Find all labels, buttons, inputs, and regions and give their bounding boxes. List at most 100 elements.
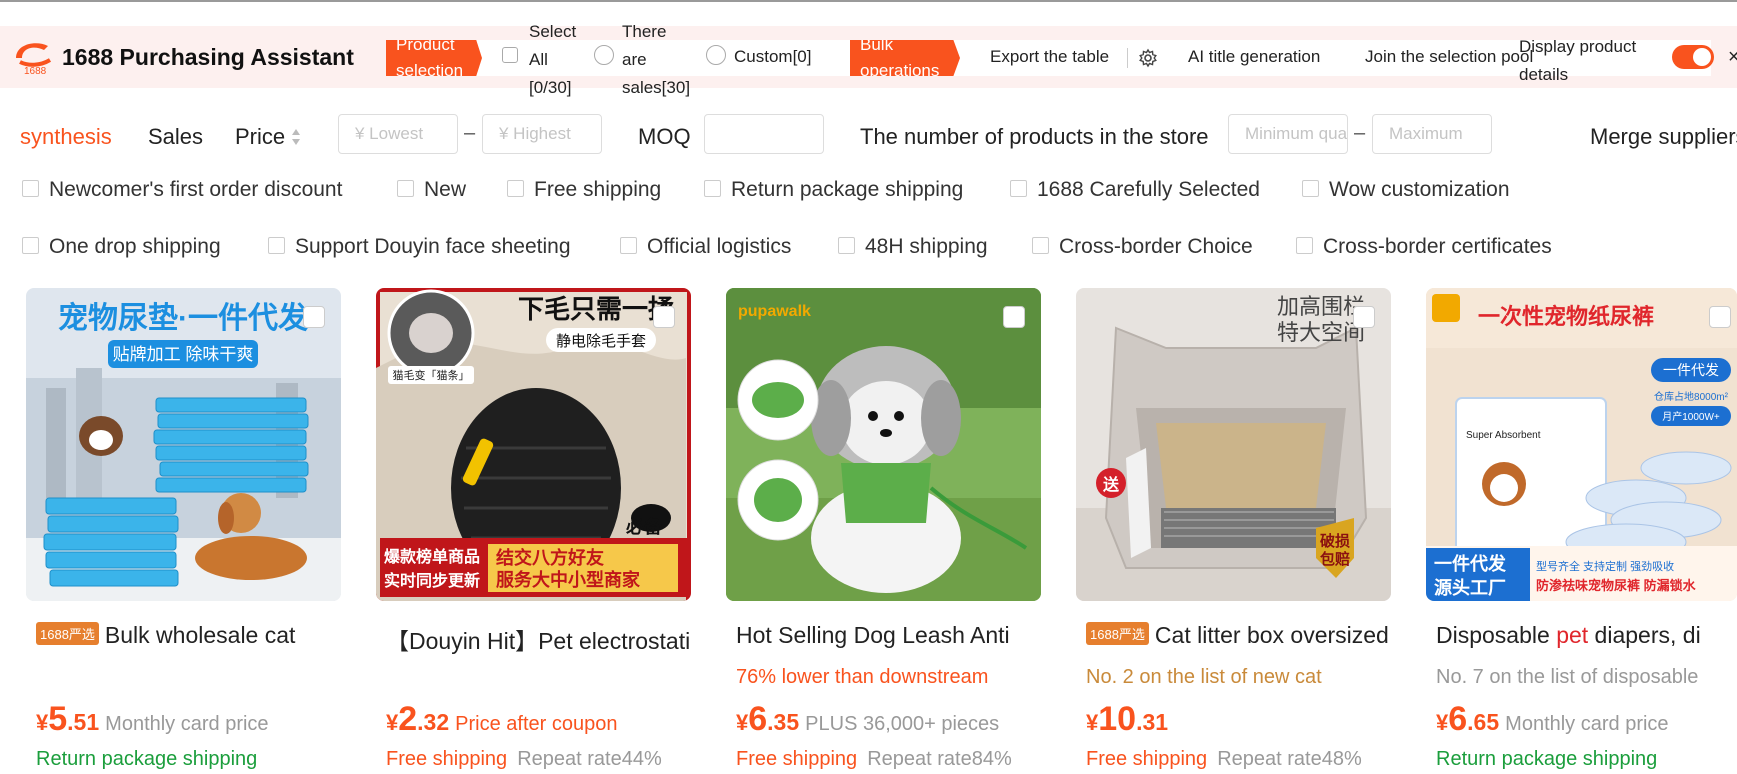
product-title[interactable]: 1688严选 Bulk wholesale cat — [36, 622, 341, 649]
product-card[interactable]: 送 破损 包赔 加高围栏 特大空间 1688严选 Cat litter box o… — [1076, 288, 1391, 774]
filter-item[interactable]: Official logistics — [620, 235, 791, 259]
svg-text:一件代发: 一件代发 — [1663, 362, 1719, 378]
product-select-checkbox[interactable] — [303, 306, 325, 328]
product-select-checkbox[interactable] — [1709, 306, 1731, 328]
filter-label: Official logistics — [647, 235, 792, 258]
select-all-checkbox[interactable] — [502, 44, 518, 64]
filter-item[interactable]: One drop shipping — [22, 235, 221, 259]
product-title[interactable]: 【Douyin Hit】Pet electrostatic — [386, 622, 691, 656]
svg-text:特大空间: 特大空间 — [1277, 320, 1365, 345]
merge-suppliers-toggle[interactable]: Merge suppliers — [1590, 124, 1737, 150]
ranking-text: 76% lower than downstream — [736, 666, 989, 688]
svg-text:1688: 1688 — [24, 66, 47, 77]
svg-text:Super Absorbent: Super Absorbent — [1466, 430, 1541, 441]
product-card[interactable]: pupawalk Hot Selling Dog Leash Anti 76% … — [726, 288, 1041, 774]
product-title-text: 【Douyin Hit】Pet electrostatic — [386, 628, 691, 654]
shipping-tag: Free shipping Repeat rate84% — [736, 748, 1012, 770]
checkbox-icon — [502, 46, 518, 63]
price-range-dash: – — [464, 122, 476, 144]
price-highest-input[interactable]: ¥ Highest — [482, 114, 602, 154]
checkbox-icon — [1302, 179, 1319, 197]
svg-text:包赔: 包赔 — [1320, 550, 1350, 568]
svg-text:必备: 必备 — [625, 516, 663, 537]
export-table-button[interactable]: Export the table — [990, 47, 1109, 67]
product-image[interactable]: 猫毛变「猫条」 下毛只需一揉 静电除毛手套 必备 爆款榜单商品 实时同步更新 结… — [376, 288, 691, 601]
product-card[interactable]: 猫毛变「猫条」 下毛只需一揉 静电除毛手套 必备 爆款榜单商品 实时同步更新 结… — [376, 288, 691, 774]
product-select-checkbox[interactable] — [653, 306, 675, 328]
svg-text:送: 送 — [1102, 475, 1120, 494]
filter-item[interactable]: Cross-border certificates — [1296, 235, 1552, 259]
gear-icon[interactable] — [1138, 48, 1158, 68]
join-selection-pool-button[interactable]: Join the selection pool — [1365, 47, 1533, 67]
product-image[interactable]: pupawalk — [726, 288, 1041, 601]
product-card[interactable]: 宠物尿垫·一件代发 贴牌加工 除味干爽 1688严选 Bulk wholesale… — [26, 288, 341, 774]
product-title[interactable]: Disposable pet diapers, di — [1436, 622, 1737, 649]
store-range-dash: – — [1354, 122, 1366, 144]
product-price: ¥6.65 Monthly card price — [1436, 700, 1669, 738]
moq-input[interactable] — [704, 114, 824, 154]
product-selection-tag[interactable]: Product selection — [386, 40, 482, 76]
bulk-operations-label: Bulk operations — [860, 40, 940, 76]
checkbox-icon — [1032, 236, 1049, 254]
product-selection-label: Product selection — [396, 40, 464, 76]
filter-label: Wow customization — [1329, 178, 1510, 201]
close-icon[interactable]: × — [1728, 46, 1737, 69]
product-title[interactable]: 1688严选 Cat litter box oversized — [1086, 622, 1391, 649]
product-image[interactable]: 一次性宠物纸尿裤 Super Absorbent 一件代发 仓库占地8000m²… — [1426, 288, 1737, 601]
custom-radio[interactable] — [706, 44, 726, 65]
filter-item[interactable]: 48H shipping — [838, 235, 988, 259]
svg-text:破损: 破损 — [1320, 532, 1350, 550]
filter-label: Newcomer's first order discount — [49, 178, 343, 201]
filter-label: Return package shipping — [731, 178, 964, 201]
product-price: ¥5.51 Monthly card price — [36, 700, 269, 738]
filter-item[interactable]: Newcomer's first order discount — [22, 178, 342, 202]
app-title: 1688 Purchasing Assistant — [62, 44, 354, 70]
sort-synthesis[interactable]: synthesis — [20, 124, 112, 150]
filter-label: 1688 Carefully Selected — [1037, 178, 1260, 201]
checkbox-icon — [1010, 179, 1027, 197]
filter-item[interactable]: Support Douyin face sheeting — [268, 235, 571, 259]
radio-icon — [594, 44, 614, 65]
filter-item[interactable]: 1688 Carefully Selected — [1010, 178, 1260, 202]
sort-sales[interactable]: Sales — [148, 124, 203, 150]
product-title[interactable]: Hot Selling Dog Leash Anti — [736, 622, 1041, 649]
sort-price[interactable]: Price — [235, 124, 285, 150]
ai-title-generation-button[interactable]: AI title generation — [1188, 47, 1320, 67]
price-lowest-input[interactable]: ¥ Lowest — [338, 114, 458, 154]
filter-label: New — [424, 178, 467, 201]
product-title-text: Bulk wholesale cat — [104, 622, 296, 648]
product-title-text: Hot Selling Dog Leash Anti — [736, 622, 1010, 648]
checkbox-icon — [1296, 236, 1313, 254]
checkbox-icon — [22, 179, 39, 197]
svg-text:一件代发: 一件代发 — [1434, 553, 1507, 574]
bulk-operations-tag[interactable]: Bulk operations — [850, 40, 960, 76]
svg-text:下毛只需一揉: 下毛只需一揉 — [518, 294, 675, 324]
shipping-tag: Return package shipping — [36, 748, 258, 770]
there-are-sales-label[interactable]: There are sales[30] — [622, 18, 694, 102]
product-price: ¥6.35 PLUS 36,000+ pieces — [736, 700, 1000, 738]
product-select-checkbox[interactable] — [1003, 306, 1025, 328]
product-title-text: Disposable — [1436, 622, 1557, 648]
display-details-toggle[interactable] — [1672, 45, 1714, 69]
filter-label: Free shipping — [534, 178, 662, 201]
filter-row-1: Newcomer's first order discount New Free… — [0, 170, 1737, 210]
store-max-input[interactable]: Maximum — [1372, 114, 1492, 154]
product-select-checkbox[interactable] — [1353, 306, 1375, 328]
product-image[interactable]: 送 破损 包赔 加高围栏 特大空间 — [1076, 288, 1391, 601]
sort-arrows-icon[interactable] — [290, 126, 302, 148]
svg-text:结交八方好友: 结交八方好友 — [496, 547, 604, 568]
select-all-label[interactable]: Select All [0/30] — [529, 18, 589, 102]
there-are-sales-radio[interactable] — [594, 44, 614, 65]
custom-label[interactable]: Custom[0] — [734, 47, 811, 67]
filter-item[interactable]: Cross-border Choice — [1032, 235, 1253, 259]
filter-item[interactable]: Return package shipping — [704, 178, 963, 202]
store-min-input[interactable]: Minimum quantity — [1228, 114, 1348, 154]
strict-selection-badge: 1688严选 — [36, 622, 99, 646]
product-card[interactable]: 一次性宠物纸尿裤 Super Absorbent 一件代发 仓库占地8000m²… — [1426, 288, 1737, 774]
filter-item[interactable]: New — [397, 178, 466, 202]
svg-text:服务大中小型商家: 服务大中小型商家 — [496, 569, 641, 590]
product-image[interactable]: 宠物尿垫·一件代发 贴牌加工 除味干爽 — [26, 288, 341, 601]
filter-label: Cross-border Choice — [1059, 235, 1253, 258]
filter-item[interactable]: Wow customization — [1302, 178, 1510, 202]
filter-item[interactable]: Free shipping — [507, 178, 661, 202]
